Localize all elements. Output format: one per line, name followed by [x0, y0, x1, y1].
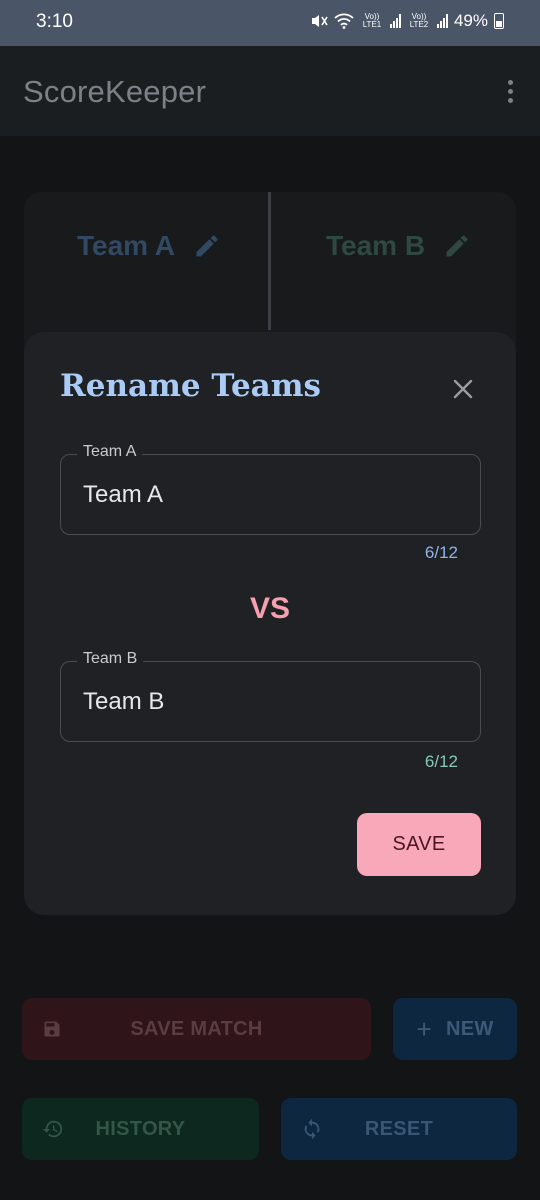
battery-percent: 49% — [453, 11, 488, 30]
app-bar: ScoreKeeper — [0, 46, 540, 136]
screen: 3:10 Vo)) LTE1 Vo)) LTE2 49% ScoreKeeper — [0, 0, 540, 1200]
team-a-field-label: Team A — [77, 443, 143, 461]
app-title: ScoreKeeper — [23, 74, 207, 109]
rename-teams-dialog: Rename Teams Team A 6/12 VS Team B 6/12 … — [24, 332, 516, 915]
status-time: 3:10 — [36, 11, 73, 32]
save-button-label: SAVE — [392, 833, 446, 855]
mute-icon — [311, 15, 328, 27]
sim1-label: Vo)) LTE1 — [362, 12, 382, 29]
save-button[interactable]: SAVE — [357, 813, 481, 876]
close-icon[interactable] — [452, 378, 474, 400]
signal1-icon — [389, 14, 401, 28]
team-b-field-label: Team B — [77, 650, 144, 668]
team-a-field[interactable]: Team A — [60, 443, 481, 535]
team-b-char-counter: 6/12 — [424, 752, 458, 771]
team-b-field[interactable]: Team B — [60, 650, 481, 742]
overflow-menu-icon[interactable] — [508, 80, 514, 103]
status-bar: 3:10 Vo)) LTE1 Vo)) LTE2 49% — [0, 0, 540, 46]
dialog-title: Rename Teams — [60, 368, 322, 404]
signal2-icon — [436, 14, 448, 28]
team-b-input[interactable] — [83, 688, 463, 716]
battery-icon — [494, 13, 504, 29]
vs-label: VS — [249, 592, 291, 625]
wifi-icon — [334, 13, 354, 29]
team-a-input[interactable] — [83, 481, 463, 509]
sim2-label: Vo)) LTE2 — [409, 12, 429, 29]
team-a-char-counter: 6/12 — [424, 543, 458, 562]
status-icons: Vo)) LTE1 Vo)) LTE2 49% — [310, 11, 504, 31]
